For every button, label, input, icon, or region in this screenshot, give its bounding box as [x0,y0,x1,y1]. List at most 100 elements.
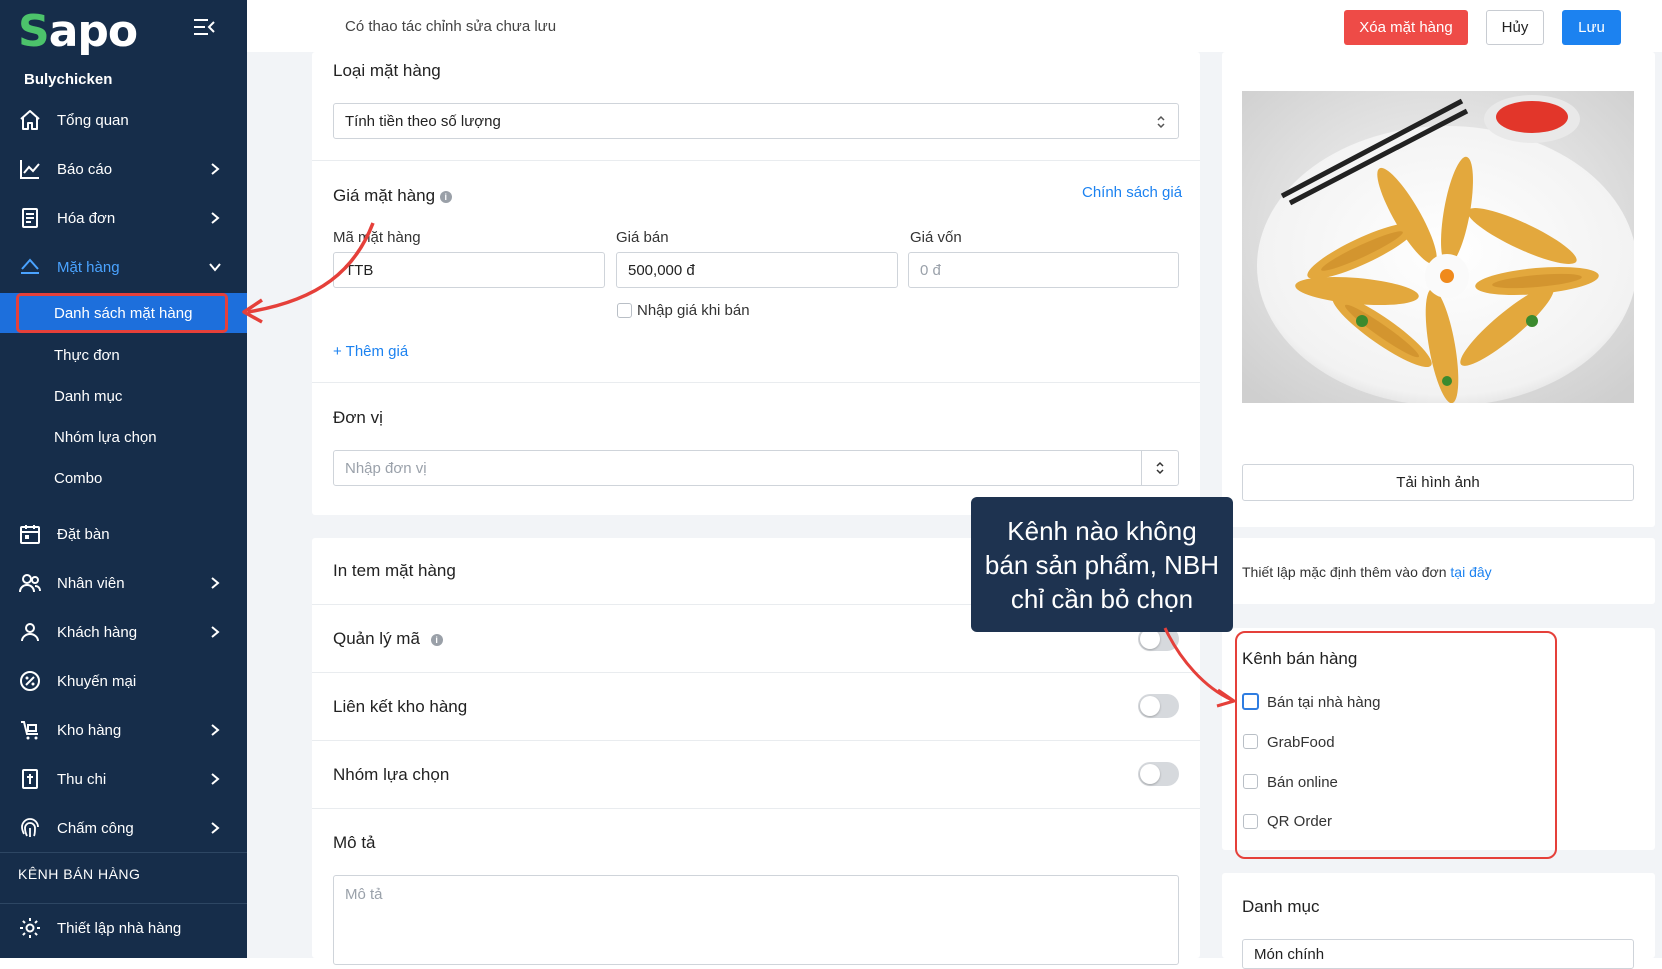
sidebar-item-restaurant-settings[interactable]: Thiết lập nhà hàng [0,904,247,952]
chevron-right-icon [211,626,220,638]
cost-price-input[interactable]: 0 đ [908,252,1179,288]
warehouse-link-toggle[interactable] [1138,694,1179,718]
annotation-highlight-box [16,293,228,333]
sidebar-item-products[interactable]: Mặt hàng [0,243,247,291]
callout-line-3: chỉ cần bỏ chọn [1010,583,1194,614]
sidebar-item-label: Kho hàng [57,721,122,739]
sidebar-item-label: Thiết lập nhà hàng [57,919,182,937]
sidebar-subitem-label: Danh mục [54,387,123,405]
description-title: Mô tả [333,833,376,852]
sidebar-subitem-label: Thực đơn [54,346,120,364]
invoice-icon [22,208,38,228]
annotation-highlight-box [1235,631,1557,859]
enter-price-on-sale-checkbox[interactable] [617,303,632,318]
store-name: Bulychicken [24,71,113,88]
sidebar-item-label: Nhân viên [57,574,125,592]
price-section-text: Giá mặt hàng [333,186,436,205]
sidebar-item-promotions[interactable]: Khuyến mại [0,657,247,705]
sidebar-item-label: Báo cáo [57,160,113,178]
sidebar-subitem-option-groups[interactable]: Nhóm lựa chọn [0,417,247,457]
sidebar-item-reports[interactable]: Báo cáo [0,145,247,193]
sidebar-item-customers[interactable]: Khách hàng [0,608,247,656]
default-setting-label: Thiết lập mặc định thêm vào đơn [1242,564,1447,580]
collapse-menu-icon[interactable] [192,17,216,37]
box-icon [21,258,39,274]
sidebar-item-warehouse[interactable]: Kho hàng [0,706,247,754]
sidebar-item-timekeeping[interactable]: Chấm công [0,804,247,852]
unit-select-toggle[interactable] [1141,451,1178,485]
add-price-link[interactable]: + Thêm giá [333,343,408,360]
users-icon [19,574,41,593]
discount-badge-icon [20,671,40,691]
product-image [1242,91,1634,403]
sidebar-item-label: Đặt bàn [57,525,110,543]
sidebar-item-label: Khuyến mại [57,672,137,690]
category-select[interactable]: Món chính [1242,939,1634,969]
sidebar-subitem-label: Combo [54,469,103,487]
sidebar-item-label: Thu chi [57,770,107,788]
option-group-toggle[interactable] [1138,762,1179,786]
enter-price-on-sale-label: Nhập giá khi bán [637,302,750,319]
annotation-callout: Kênh nào không bán sản phẩm, NBH chỉ cần… [971,497,1233,632]
info-icon[interactable]: i [439,190,452,203]
callout-line-2: bán sản phẩm, NBH [984,549,1220,580]
delete-item-button[interactable]: Xóa mặt hàng [1344,10,1468,45]
logo-text: apo [48,6,138,57]
info-icon[interactable]: i [430,633,443,646]
item-code-input[interactable]: TTB [333,252,605,288]
category-value: Món chính [1254,945,1325,963]
sidebar-item-invoices[interactable]: Hóa đơn [0,194,247,242]
separator [312,672,1200,673]
save-button[interactable]: Lưu [1562,10,1621,45]
separator [312,808,1200,809]
chevron-down-icon [209,263,221,272]
cancel-button[interactable]: Hủy [1486,10,1544,45]
price-policy-link[interactable]: Chính sách giá [1082,184,1182,201]
sidebar-subitem-label: Nhóm lựa chọn [54,428,157,446]
chevron-right-icon [211,163,220,175]
sidebar-item-reservations[interactable]: Đặt bàn [0,510,247,558]
unit-label: Đơn vị [333,408,383,427]
separator [312,740,1200,741]
sidebar-subitem-categories[interactable]: Danh mục [0,376,247,416]
item-type-select[interactable]: Tính tiền theo số lượng [333,103,1179,139]
sidebar-subitem-combo[interactable]: Combo [0,458,247,498]
option-group-title: Nhóm lựa chọn [333,765,450,784]
sidebar-item-label: Tổng quan [57,111,129,129]
sapo-logo[interactable]: Sapo [18,6,138,57]
sell-price-label: Giá bán [616,229,669,246]
chevron-right-icon [211,577,220,589]
separator [312,382,1200,383]
separator [312,160,1200,161]
item-code-label: Mã mặt hàng [333,229,421,246]
code-management-text: Quản lý mã [333,629,420,648]
sidebar-subitem-menu[interactable]: Thực đơn [0,335,247,375]
default-setting-link[interactable]: tại đây [1450,564,1491,580]
gear-icon [20,918,40,938]
sidebar-item-staff[interactable]: Nhân viên [0,559,247,607]
unit-input[interactable]: Nhập đơn vị [333,450,1179,486]
chevron-right-icon [211,724,220,736]
category-title: Danh mục [1242,897,1320,916]
sidebar-item-label: Hóa đơn [57,209,116,227]
sidebar-item-cashflow[interactable]: Thu chi [0,755,247,803]
chevron-right-icon [211,822,220,834]
sidebar: Sapo Bulychicken Tổng quan Báo cáo Hóa đ… [0,0,247,958]
description-textarea[interactable]: Mô tả [333,875,1179,965]
code-management-title: Quản lý mã i [333,629,443,649]
sell-price-input[interactable]: 500,000 đ [616,252,898,288]
price-section-label: Giá mặt hàng i [333,186,452,206]
chevron-right-icon [211,773,220,785]
default-setting-text: Thiết lập mặc định thêm vào đơn tại đây [1242,564,1492,580]
sidebar-divider [0,852,247,853]
item-type-label: Loại mặt hàng [333,61,441,80]
top-bar: Có thao tác chỉnh sửa chưa lưu Xóa mặt h… [247,0,1662,53]
sidebar-item-overview[interactable]: Tổng quan [0,96,247,144]
item-type-value: Tính tiền theo số lượng [345,112,501,130]
upload-image-button[interactable]: Tải hình ảnh [1242,464,1634,501]
user-icon [21,623,39,642]
fingerprint-icon [21,818,39,838]
select-arrows-icon [1157,115,1165,129]
calendar-icon [20,525,40,544]
sidebar-item-label: Chấm công [57,819,134,837]
